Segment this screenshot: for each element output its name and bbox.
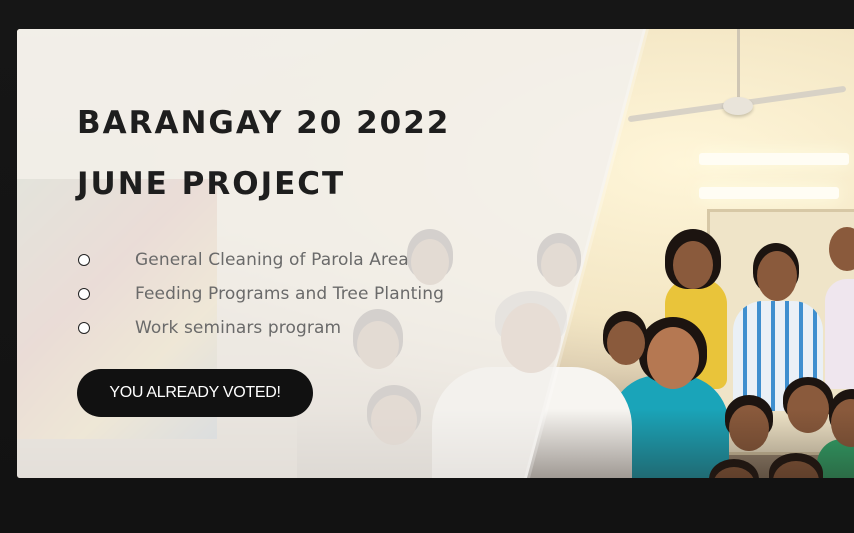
vote-button[interactable]: YOU ALREADY VOTED! xyxy=(77,369,313,417)
option-work-seminars[interactable]: Work seminars program xyxy=(77,311,497,345)
project-card: BARANGAY 20 2022 JUNE PROJECT General Cl… xyxy=(17,29,854,478)
title-line-year: BARANGAY 20 2022 xyxy=(77,105,451,141)
option-feeding-tree-planting[interactable]: Feeding Programs and Tree Planting xyxy=(77,277,497,311)
title-line-month: JUNE PROJECT xyxy=(77,166,346,202)
ceiling-light xyxy=(699,153,849,165)
adult-head xyxy=(647,327,699,389)
child-head xyxy=(673,241,713,289)
ceiling-light xyxy=(699,187,839,199)
radio-button[interactable] xyxy=(78,254,90,266)
ceiling-fan xyxy=(723,97,753,115)
page: BARANGAY 20 2022 JUNE PROJECT General Cl… xyxy=(0,0,854,533)
radio-button[interactable] xyxy=(78,322,90,334)
option-label: General Cleaning of Parola Area xyxy=(135,250,409,270)
child-head xyxy=(607,321,645,365)
child-head xyxy=(757,251,797,301)
radio-button[interactable] xyxy=(78,288,90,300)
project-title: BARANGAY 20 2022 JUNE PROJECT xyxy=(77,93,497,215)
vote-panel: BARANGAY 20 2022 JUNE PROJECT General Cl… xyxy=(77,93,497,417)
option-general-cleaning[interactable]: General Cleaning of Parola Area xyxy=(77,243,497,277)
child-figure xyxy=(825,279,854,389)
option-label: Work seminars program xyxy=(135,318,342,338)
ceiling-fan-rod xyxy=(737,29,740,101)
project-options: General Cleaning of Parola Area Feeding … xyxy=(77,243,497,345)
option-label: Feeding Programs and Tree Planting xyxy=(135,284,444,304)
